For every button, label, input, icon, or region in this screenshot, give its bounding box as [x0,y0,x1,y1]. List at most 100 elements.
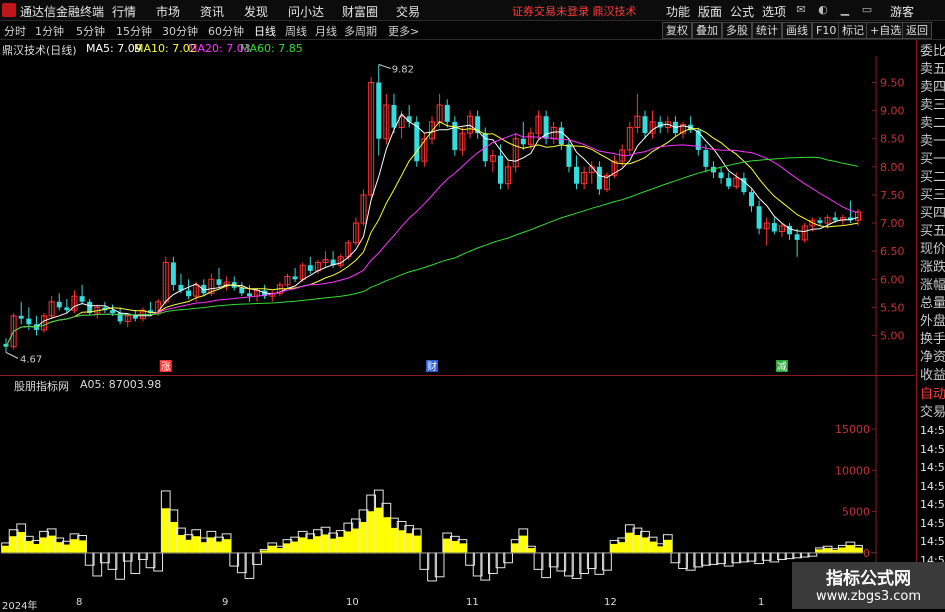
price-tick-label: 7.00 [880,217,905,230]
x-tick-year: 2024年 [2,601,38,612]
window-icon[interactable]: ▭ [858,2,876,18]
kline-chart[interactable]: 9.50 9.00 8.50 8.00 7.50 7.00 6.50 6.00 5.50 5.00… [0,40,915,375]
menu-item-trade[interactable]: 交易 [396,3,420,20]
ma10-line [5,121,859,348]
price-tick-label: 5.50 [880,301,905,314]
period-tab-monthly[interactable]: 月线 [315,23,337,39]
candle-body [376,82,382,139]
candle-body [726,178,732,187]
indicator-tick-label: 0 [863,547,870,560]
candle-body [749,192,754,207]
period-tab-1min[interactable]: 1分钟 [35,23,64,39]
auto-tab[interactable]: 自动 [920,385,945,404]
guest-login[interactable]: 游客 [890,3,914,20]
menu-item-wealth-circle[interactable]: 财富圈 [342,3,378,20]
period-tab-intraday[interactable]: 分时 [4,23,26,39]
app-logo-icon [2,3,16,17]
high-pointer [378,64,391,69]
quote-label-3: 卖三 [920,98,945,113]
candle-body [771,223,777,232]
event-marker-reduce: 减 [777,361,787,373]
add-watchlist-button[interactable]: +自选 [866,22,906,39]
period-tab-more[interactable]: 更多> [388,23,419,39]
f10-button[interactable]: F10 [812,22,841,39]
indicator-chart[interactable]: 15000 10000 5000 0 [0,376,915,598]
candle-body [574,166,580,184]
menu-item-ask[interactable]: 问小达 [288,3,324,20]
quote-panel: 委比 卖五 卖四 卖三 卖二 卖一 买一 买二 买三 买四 买五 现价 涨跌 涨幅 总量 外盘 换手 净资 收益 自… [916,40,945,609]
menu-item-options[interactable]: 选项 [762,3,786,20]
menu-item-functions[interactable]: 功能 [666,3,690,20]
menu-item-markets[interactable]: 市场 [156,3,180,20]
event-marker-rise: 涨 [161,361,171,373]
back-button[interactable]: 返回 [902,22,932,39]
menu-item-news[interactable]: 资讯 [200,3,224,20]
candle-body [79,296,85,302]
kline-panel[interactable]: 鼎汉技术(日线) MA5: 7.09 MA10: 7.02 MA20: 7.03… [0,40,915,375]
candle-body [64,307,70,311]
quote-label-2: 卖四 [920,80,945,95]
tick-time-4: 14:56 [920,498,945,511]
candle-body [239,287,245,294]
watermark-url: www.zbgs3.com [815,589,922,604]
tick-time-3: 14:56 [920,479,945,493]
candle-body [444,104,450,122]
menu-item-discover[interactable]: 发现 [244,3,268,20]
minimize-icon[interactable]: ▁ [836,2,854,18]
x-tick-jan: 1 [758,597,765,608]
candle-body [832,217,838,221]
app-title: 通达信金融终端 [20,5,105,19]
candle-body [718,172,724,179]
trade-tab[interactable]: 交易 [920,403,945,422]
draw-line-button[interactable]: 画线 [782,22,812,39]
menu-item-layout[interactable]: 版面 [698,3,722,20]
candle-body [18,315,24,319]
quote-label-10: 买五 [920,224,945,239]
period-tab-daily[interactable]: 日线 [254,23,276,39]
adjust-button[interactable]: 复权 [662,22,692,39]
candle-body [642,116,648,134]
x-tick-oct: 10 [346,597,359,608]
price-tick-label: 8.50 [880,133,905,146]
period-tab-60min[interactable]: 60分钟 [208,23,244,39]
overlay-button[interactable]: 叠加 [692,22,722,39]
menu-item-market[interactable]: 行情 [112,3,136,20]
indicator-bar-fill [526,548,536,553]
tick-time-6: 14:56 [920,535,945,548]
login-notice[interactable]: 证券交易未登录 鼎汉技术 [512,3,637,19]
mail-icon[interactable]: ✉ [792,2,810,18]
skin-icon[interactable]: ◐ [814,2,832,18]
mark-button[interactable]: 标记 [838,22,868,39]
tick-time-5: 14:56 [920,516,945,530]
x-tick-sep: 9 [222,597,229,608]
tick-time-1: 14:56 [920,442,945,456]
indicator-bar-fill [77,540,87,553]
candle-body [703,149,709,167]
candle-body [558,127,564,145]
period-tab-5min[interactable]: 5分钟 [76,23,105,39]
quote-label-13: 涨幅 [920,278,945,293]
x-tick-nov: 11 [466,597,479,608]
indicator-tick-label: 10000 [835,464,870,477]
menu-item-formula[interactable]: 公式 [730,3,754,20]
period-tab-30min[interactable]: 30分钟 [162,23,198,39]
candle-body [307,265,313,271]
candle-body [170,262,176,285]
x-tick-dec: 12 [604,597,617,608]
period-tab-15min[interactable]: 15分钟 [116,23,152,39]
price-tick-label: 6.50 [880,245,905,258]
candle-body [520,138,526,145]
x-tick-aug: 8 [76,597,83,608]
indicator-tick-label: 15000 [835,423,870,436]
multi-stock-button[interactable]: 多股 [722,22,752,39]
quote-label-8: 买三 [920,188,945,203]
candle-body [566,144,572,167]
price-tick-label: 7.50 [880,189,905,202]
candle-body [292,276,298,280]
watermark-title: 指标公式网 [826,569,911,589]
indicator-panel[interactable]: 股朋指标网 A05: 87003.98 15000 10000 5000 0 [0,375,915,598]
period-tab-weekly[interactable]: 周线 [285,23,307,39]
indicator-bar-fill [663,539,673,553]
stats-button[interactable]: 统计 [752,22,782,39]
period-tab-multi[interactable]: 多周期 [344,23,377,39]
